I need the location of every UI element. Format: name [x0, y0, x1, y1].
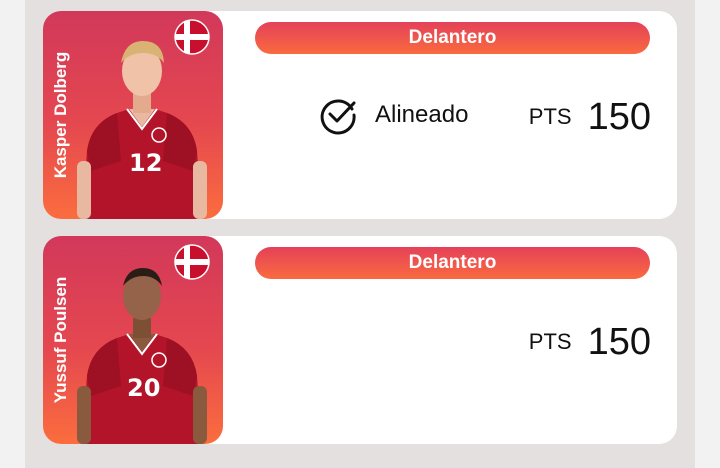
points-value: 150	[587, 95, 651, 138]
points-label: PTS	[528, 329, 572, 354]
player-photo: 12 Kasper Dolberg	[43, 11, 223, 219]
points-label: PTS	[528, 104, 572, 129]
player-name: Yussuf Poulsen	[51, 276, 70, 404]
denmark-flag-icon	[174, 19, 210, 55]
lineup-status: Alineado	[318, 95, 468, 135]
player-photo: 20 Yussuf Poulsen	[43, 236, 223, 444]
player-card[interactable]: 20 Yussuf Poulsen Delantero PTS 150	[43, 236, 677, 444]
denmark-flag-icon	[174, 244, 210, 280]
check-circle-icon	[320, 99, 356, 135]
player-image: 20	[77, 268, 207, 444]
points-display: PTS 150	[529, 320, 651, 364]
points-display: PTS 150	[529, 95, 651, 139]
jersey-number: 12	[129, 149, 162, 177]
position-badge: Delantero	[255, 247, 650, 279]
status-label: Alineado	[375, 101, 469, 128]
player-name: Kasper Dolberg	[51, 51, 70, 179]
player-card[interactable]: 12 Kasper Dolberg Delantero Alineado PTS…	[43, 11, 677, 219]
position-badge: Delantero	[255, 22, 650, 54]
points-value: 150	[587, 320, 651, 363]
jersey-number: 20	[127, 374, 160, 402]
player-image: 12	[77, 41, 207, 219]
